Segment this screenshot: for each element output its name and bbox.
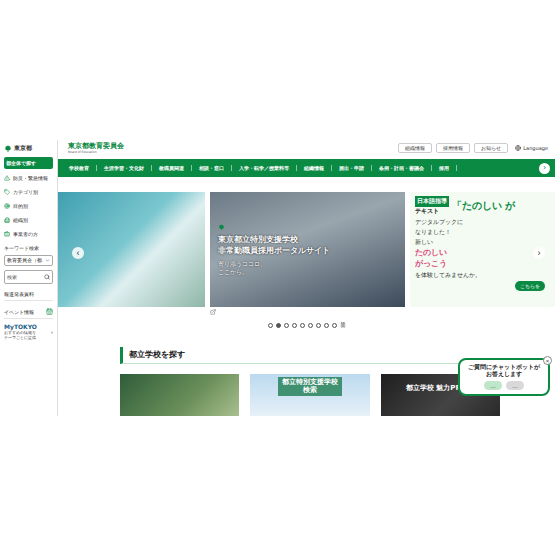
brand-subtitle: Board of Education xyxy=(68,150,124,154)
chatbot-bubbles: …… xyxy=(484,381,524,390)
promo-book-title: がっこう xyxy=(415,259,555,269)
scope-select[interactable]: 教育委員会（都 xyxy=(4,255,53,266)
nav-item[interactable]: 採用 xyxy=(432,165,457,171)
school-card[interactable]: 都立特別支援学校検索 xyxy=(250,374,369,416)
sidebar-item-icon xyxy=(4,175,10,181)
carousel-dot[interactable] xyxy=(292,323,297,328)
promo-sub: テキスト xyxy=(415,207,449,216)
chatbot-close-button[interactable]: × xyxy=(543,356,552,365)
sidebar: 東京都都全体で探す防災・緊急情報カテゴリ別目的別組織別事業者の方キーワード検索教… xyxy=(0,140,58,416)
header-link[interactable]: 採用情報 xyxy=(436,143,470,153)
search-icon[interactable] xyxy=(44,274,50,280)
external-link-icon[interactable] xyxy=(210,309,216,315)
globe-icon xyxy=(515,145,521,151)
promo-text: を体験してみませんか。 xyxy=(415,271,555,279)
nav-item[interactable]: 相談・窓口 xyxy=(192,165,232,171)
promo-top: 日本語指導テキスト「たのしい が xyxy=(415,196,555,216)
sidebar-item[interactable]: 組織別 xyxy=(4,215,53,225)
header-links: 組織情報採用情報お知らせ Language xyxy=(398,143,551,153)
chat-bubble: … xyxy=(506,381,524,390)
carousel-dot[interactable] xyxy=(308,323,313,328)
language-link[interactable]: Language xyxy=(512,144,551,152)
section-heading: 都立学校を探す xyxy=(120,347,500,364)
carousel-dot[interactable] xyxy=(276,323,281,328)
carousel-dots xyxy=(58,322,555,329)
sidebar-link[interactable]: イベント情報 xyxy=(4,305,53,319)
chevron-down-icon xyxy=(45,258,50,263)
nav-item[interactable]: 学校教育 xyxy=(62,165,97,171)
chatbot-text: ご質問にチャットボットがお答えします xyxy=(468,364,540,378)
page: 東京都都全体で探す防災・緊急情報カテゴリ別目的別組織別事業者の方キーワード検索教… xyxy=(0,0,555,555)
header: 東京都教育委員会Board of Education 組織情報採用情報お知らせ La… xyxy=(58,140,555,157)
sidebar-item[interactable]: カテゴリ別 xyxy=(4,187,53,197)
nav-item[interactable]: 条例・計画・審議会 xyxy=(372,165,432,171)
tree-logo-icon xyxy=(4,145,12,153)
promo-label: 日本語指導 xyxy=(415,196,449,207)
carousel-dot[interactable] xyxy=(316,323,321,328)
chatbot-widget[interactable]: ご質問にチャットボットがお答えします……× xyxy=(458,358,550,396)
nav-item[interactable]: 届出・申請 xyxy=(332,165,372,171)
mytokyo-text: テーマごとに提供 xyxy=(4,335,37,340)
promo-text: 新しい xyxy=(415,238,555,246)
promo-text: デジタルブックに xyxy=(415,218,555,226)
promo-headline: 「たのしい が xyxy=(452,199,515,213)
sidebar-link[interactable]: 報道発表資料 xyxy=(4,288,53,301)
carousel: 東京都立特別支援学校非常勤職員採用ポータルサイト寄り添うココロ、ここから。日本語… xyxy=(58,192,555,307)
carousel-dot[interactable] xyxy=(300,323,305,328)
card-label: 都立特別支援学校検索 xyxy=(278,377,342,396)
header-link[interactable]: お知らせ xyxy=(474,143,508,153)
browser-page: 東京都都全体で探す防災・緊急情報カテゴリ別目的別組織別事業者の方キーワード検索教… xyxy=(0,140,555,416)
slide-title: 東京都立特別支援学校 xyxy=(218,235,397,245)
promo-button[interactable]: こちらを xyxy=(515,281,545,291)
global-nav: 学校教育生涯学習・文化財教職員関連相談・窓口入学・転学／授業料等組織情報届出・申… xyxy=(58,159,555,178)
nav-item[interactable]: 組織情報 xyxy=(297,165,332,171)
carousel-dot[interactable] xyxy=(284,323,289,328)
keyword-search-label: キーワード検索 xyxy=(4,245,53,251)
pause-icon[interactable] xyxy=(340,322,346,328)
carousel-dot[interactable] xyxy=(268,323,273,328)
tree-logo-icon xyxy=(218,224,225,231)
event-icon xyxy=(46,308,53,315)
brand[interactable]: 東京都教育委員会Board of Education xyxy=(68,143,124,155)
slide-tagline: ここから。 xyxy=(218,268,397,276)
school-search-section: 都立学校を探す都立特別支援学校検索都立学校 魅力PR動画 xyxy=(120,347,500,416)
search-input[interactable] xyxy=(7,274,44,280)
slide-tagline: 寄り添うココロ、 xyxy=(218,260,397,268)
sidebar-item-icon xyxy=(4,189,10,195)
carousel-dot[interactable] xyxy=(324,323,329,328)
nav-item[interactable]: 生涯学習・文化財 xyxy=(97,165,152,171)
mytokyo-arrow: › xyxy=(51,329,53,335)
sidebar-item[interactable]: 事業者の方 xyxy=(4,229,53,239)
sidebar-item[interactable]: 目的別 xyxy=(4,201,53,211)
card-grid: 都立特別支援学校検索都立学校 魅力PR動画 xyxy=(120,374,500,416)
nav-item[interactable]: 教職員関連 xyxy=(152,165,192,171)
mytokyo-text: おすすめの情報を xyxy=(4,330,37,335)
carousel-slide[interactable]: 東京都立特別支援学校非常勤職員採用ポータルサイト寄り添うココロ、ここから。 xyxy=(210,192,405,307)
header-link[interactable]: 組織情報 xyxy=(398,143,432,153)
search-box xyxy=(4,270,53,284)
sidebar-logo[interactable]: 東京都 xyxy=(4,144,53,153)
carousel-dot[interactable] xyxy=(332,323,337,328)
school-card[interactable] xyxy=(120,374,239,416)
sidebar-item-icon xyxy=(4,203,10,209)
sidebar-item-icon xyxy=(4,231,10,237)
sidebar-item[interactable]: 防災・緊急情報 xyxy=(4,173,53,183)
search-all-button[interactable]: 都全体で探す xyxy=(4,157,53,169)
brand-title: 東京都教育委員会 xyxy=(68,143,124,151)
external-link-row xyxy=(58,307,555,316)
mytokyo-title: MyTOKYO xyxy=(4,323,37,330)
chat-bubble: … xyxy=(484,381,502,390)
nav-item[interactable]: 入学・転学／授業料等 xyxy=(232,165,297,171)
slide-title: 非常勤職員採用ポータルサイト xyxy=(218,246,397,256)
nav-list: 学校教育生涯学習・文化財教職員関連相談・窓口入学・転学／授業料等組織情報届出・申… xyxy=(62,165,534,171)
sidebar-item-icon xyxy=(4,217,10,223)
nav-more-button[interactable]: › xyxy=(539,163,550,174)
mytokyo-link[interactable]: MyTOKYOおすすめの情報をテーマごとに提供 › xyxy=(4,323,53,340)
promo-text: なりました！ xyxy=(415,228,555,236)
